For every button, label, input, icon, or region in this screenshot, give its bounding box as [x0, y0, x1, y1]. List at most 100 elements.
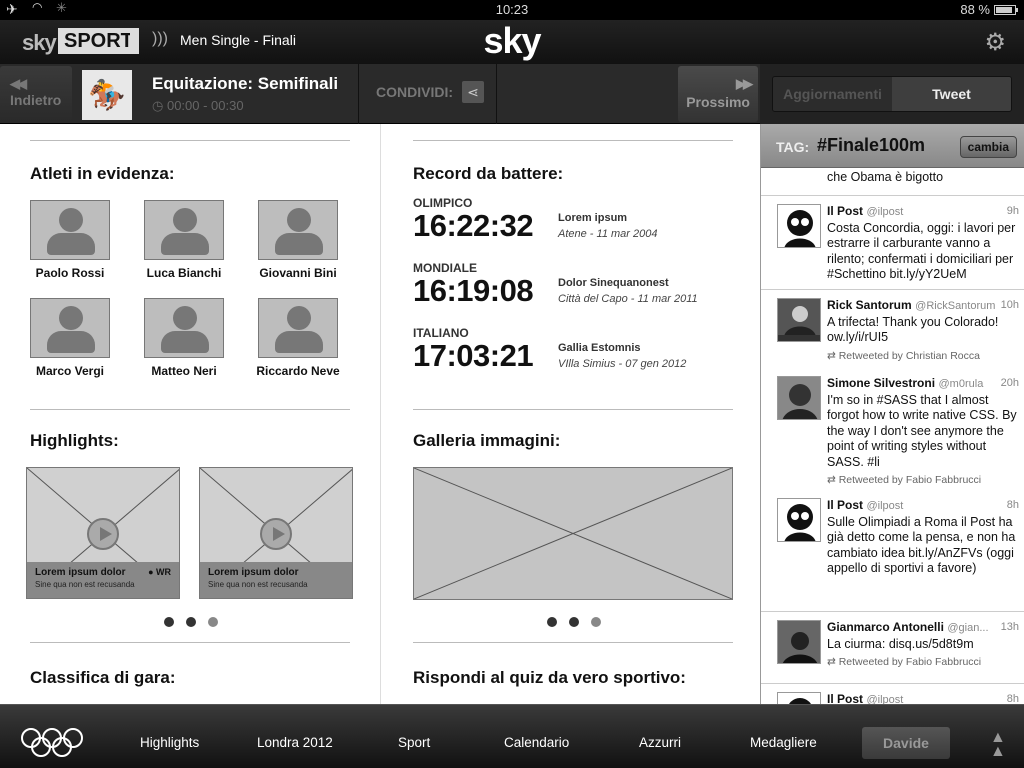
- athlete-name: Matteo Neri: [151, 364, 217, 378]
- record-date: Atene - 11 mar 2004: [558, 228, 658, 240]
- share-icon[interactable]: ⋖: [462, 81, 484, 103]
- gear-icon[interactable]: ⚙: [984, 28, 1006, 57]
- tweet-text: A trifecta! Thank you Colorado! ow.ly/i/…: [827, 314, 999, 345]
- tweet-handle[interactable]: @RickSantorum: [915, 300, 995, 312]
- highlight-video[interactable]: Lorem ipsum dolor Sine qua non est recusa…: [199, 467, 353, 599]
- pager-dot[interactable]: [547, 617, 557, 627]
- event-time-value: 00:00 - 00:30: [166, 98, 244, 113]
- record-holder: Dolor Sinequanonest: [558, 277, 669, 289]
- ilpost-avatar-icon[interactable]: [777, 204, 821, 248]
- column-divider: [380, 124, 381, 704]
- back-label: Indietro: [10, 92, 62, 108]
- pager-dot[interactable]: [591, 617, 601, 627]
- tweet[interactable]: Il Post @ilpost8hSulle Olimpiadi a Roma …: [761, 684, 1024, 704]
- next-button[interactable]: ▶▶ Prossimo: [678, 66, 758, 122]
- tweet-author[interactable]: Simone Silvestroni: [827, 376, 935, 390]
- tweet-header: Il Post @ilpost: [827, 498, 1017, 515]
- record-entry: ITALIANO 17:03:21 Gallia Estomnis VIlla Sim…: [413, 326, 686, 372]
- athlete-card[interactable]: Marco Vergi: [15, 298, 125, 378]
- athlete-avatar: [258, 200, 338, 260]
- nav-item-medagliere[interactable]: Medagliere: [750, 735, 817, 750]
- tweet[interactable]: Rick Santorum @RickSantorum 10h A trifecta…: [761, 290, 1024, 371]
- divider: [358, 64, 359, 124]
- nav-item-londra-2012[interactable]: Londra 2012: [257, 735, 333, 750]
- highlight-video[interactable]: Lorem ipsum dolor Sine qua non est recusa…: [26, 467, 180, 599]
- tweet-author[interactable]: Il Post: [827, 204, 863, 218]
- play-icon[interactable]: [87, 518, 119, 550]
- tweet-author[interactable]: Il Post: [827, 692, 863, 704]
- event-bar: ◀◀ Indietro 🏇 Equitazione: Semifinali ◷ …: [0, 64, 760, 124]
- athlete-name: Luca Bianchi: [146, 266, 222, 280]
- tweet-text: Costa Concordia, oggi: i lavori per estr…: [827, 220, 1016, 282]
- tab-updates[interactable]: Aggiornamenti: [773, 77, 892, 111]
- tweet-header: Gianmarco Antonelli @gian...: [827, 620, 1017, 637]
- divider: [496, 64, 497, 124]
- play-icon[interactable]: [260, 518, 292, 550]
- athlete-avatar: [144, 298, 224, 358]
- video-title: Lorem ipsum dolor: [208, 567, 299, 578]
- nav-item-calendario[interactable]: Calendario: [504, 735, 569, 750]
- tweet-handle[interactable]: @ilpost: [867, 206, 904, 218]
- pager-dot[interactable]: [569, 617, 579, 627]
- nav-item-azzurri[interactable]: Azzurri: [639, 735, 681, 750]
- tweet-handle[interactable]: @ilpost: [867, 500, 904, 512]
- pager-dot[interactable]: [164, 617, 174, 627]
- tag-header: TAG: #Finale100m cambia: [761, 124, 1024, 168]
- scroll-top-icon[interactable]: ▲ ▲: [990, 730, 1006, 760]
- antonelli-avatar[interactable]: [777, 620, 821, 664]
- tweet-author[interactable]: Il Post: [827, 498, 863, 512]
- pager-dot[interactable]: [186, 617, 196, 627]
- tweet-text: La ciurma: disq.us/5d8t9m: [827, 636, 974, 651]
- athlete-card[interactable]: Paolo Rossi: [15, 200, 125, 280]
- equestrian-icon: 🏇: [82, 70, 132, 120]
- nav-item-highlights[interactable]: Highlights: [140, 735, 199, 750]
- video-caption: Lorem ipsum dolor Sine qua non est recusa…: [200, 562, 352, 598]
- athlete-name: Giovanni Bini: [259, 266, 337, 280]
- event-title: Equitazione: Semifinali: [152, 74, 339, 93]
- bottom-nav: Highlights Londra 2012 Sport Calendario Azzu…: [0, 704, 1024, 768]
- silvestroni-avatar[interactable]: [777, 376, 821, 420]
- ilpost-avatar-icon[interactable]: [777, 498, 821, 542]
- change-tag-button[interactable]: cambia: [959, 136, 1017, 158]
- tweet-handle[interactable]: @m0rula: [939, 378, 984, 390]
- athlete-card[interactable]: Riccardo Neve: [243, 298, 353, 378]
- tweet-handle[interactable]: @gian...: [947, 622, 988, 634]
- athlete-card[interactable]: Luca Bianchi: [129, 200, 239, 280]
- tweet-time: 9h: [1006, 205, 1019, 217]
- athlete-card[interactable]: Giovanni Bini: [243, 200, 353, 280]
- app-header: sky SPORT ))) Men Single - Finali sky ⚙: [0, 20, 1024, 64]
- tweet[interactable]: Simone Silvestroni @m0rula 20h I'm so in #…: [761, 368, 1024, 496]
- santorum-avatar[interactable]: [777, 298, 821, 342]
- athlete-avatar: [144, 200, 224, 260]
- ilpost-avatar-icon[interactable]: [777, 692, 821, 704]
- video-subtitle: Sine qua non est recusanda: [208, 580, 308, 589]
- highlights-pager: [164, 617, 218, 627]
- retweet-info: ⇄ Retweeted by Fabio Fabbrucci: [827, 473, 1017, 489]
- tweet-text: che Obama è bigotto: [827, 170, 944, 184]
- athlete-name: Riccardo Neve: [256, 364, 340, 378]
- gallery-image-placeholder[interactable]: [413, 467, 733, 600]
- record-time: 16:22:32: [413, 208, 534, 243]
- olympic-rings-icon: [21, 728, 83, 757]
- placeholder-cross: [413, 467, 733, 600]
- divider: [413, 642, 733, 643]
- retweet-label: Retweeted by Fabio Fabbrucci: [838, 656, 982, 668]
- retweet-icon: ⇄: [827, 474, 839, 486]
- user-button[interactable]: Davide: [862, 727, 950, 759]
- pager-dot[interactable]: [208, 617, 218, 627]
- record-date: Città del Capo - 11 mar 2011: [558, 293, 698, 305]
- nav-item-sport[interactable]: Sport: [398, 735, 430, 750]
- tweet-author[interactable]: Rick Santorum: [827, 298, 912, 312]
- tweet-author[interactable]: Gianmarco Antonelli: [827, 620, 944, 634]
- tweet[interactable]: Il Post @ilpost8hSulle Olimpiadi a Roma …: [761, 490, 1024, 612]
- battery-indicator: 88 %: [960, 2, 1018, 17]
- tweet[interactable]: Il Post @ilpost 9h Costa Concordia, oggi: …: [761, 196, 1024, 290]
- back-button[interactable]: ◀◀ Indietro: [0, 66, 72, 122]
- athlete-card[interactable]: Matteo Neri: [129, 298, 239, 378]
- divider: [30, 140, 350, 141]
- tweet[interactable]: Gianmarco Antonelli @gian... 13h La ciurma…: [761, 612, 1024, 684]
- tab-tweet[interactable]: Tweet: [892, 77, 1011, 111]
- record-holder: Lorem ipsum: [558, 212, 628, 224]
- video-subtitle: Sine qua non est recusanda: [35, 580, 135, 589]
- tweet-handle[interactable]: @ilpost: [867, 694, 904, 704]
